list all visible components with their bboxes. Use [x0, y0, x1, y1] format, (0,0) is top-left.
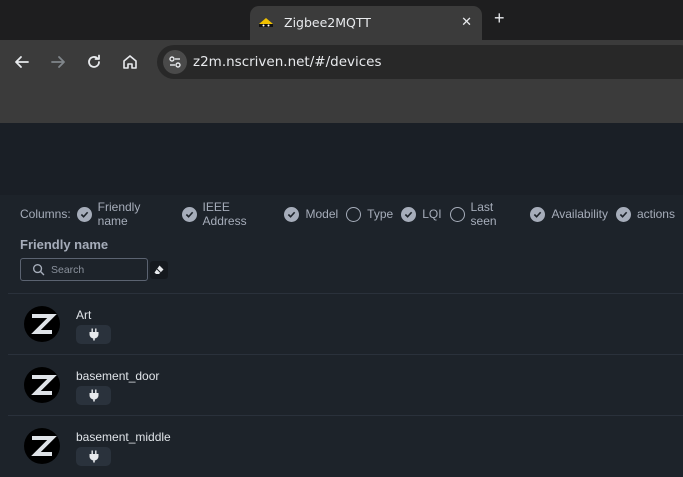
column-toggle-ieee-address[interactable]: IEEE Address: [181, 200, 277, 228]
column-toggle-label: Friendly name: [97, 200, 141, 228]
plug-icon: [89, 328, 98, 341]
plug-icon: [89, 450, 98, 463]
site-info-button[interactable]: [163, 50, 187, 74]
checkbox-checked-icon[interactable]: [615, 206, 631, 222]
eraser-icon: [154, 265, 164, 274]
browser-toolbar: z2m.nscriven.net/#/devices: [0, 40, 683, 85]
column-toggle-model[interactable]: Model: [284, 206, 339, 222]
power-source-badge: [76, 447, 111, 466]
new-tab-button[interactable]: +: [494, 9, 505, 27]
column-toggle-lqi[interactable]: LQI: [401, 206, 442, 222]
column-toggles: Columns: Friendly name IEEE Address Mode…: [20, 200, 683, 228]
address-bar[interactable]: z2m.nscriven.net/#/devices: [157, 45, 683, 79]
device-row[interactable]: Art: [8, 294, 683, 355]
checkbox-checked-icon[interactable]: [401, 206, 417, 222]
checkbox-checked-icon[interactable]: [284, 206, 300, 222]
clear-search-button[interactable]: [150, 261, 168, 279]
column-toggle-label: Last seen: [470, 200, 497, 228]
column-toggle-friendly-name[interactable]: Friendly name: [76, 200, 174, 228]
forward-arrow-icon[interactable]: [48, 52, 68, 72]
power-source-badge: [76, 386, 111, 405]
column-toggle-label: Type: [367, 207, 394, 221]
column-toggle-last-seen[interactable]: Last seen: [449, 200, 523, 228]
zigbee2mqtt-favicon-icon: [259, 18, 273, 27]
zigbee-logo-icon: [24, 428, 60, 464]
url-text[interactable]: z2m.nscriven.net/#/devices: [193, 54, 382, 70]
friendly-name-heading: Friendly name: [20, 237, 109, 252]
column-toggle-label: IEEE Address: [202, 200, 247, 228]
device-friendly-name[interactable]: basement_middle: [76, 430, 171, 444]
column-toggle-type[interactable]: Type: [346, 206, 394, 222]
home-icon[interactable]: [120, 52, 140, 72]
search-field[interactable]: [20, 258, 148, 281]
checkbox-unchecked-icon[interactable]: [449, 206, 465, 222]
reload-icon[interactable]: [84, 52, 104, 72]
browser-tab-strip: Zigbee2MQTT ✕ +: [0, 0, 683, 40]
plug-icon: [89, 389, 98, 402]
device-friendly-name[interactable]: Art: [76, 308, 91, 322]
browser-tab[interactable]: Zigbee2MQTT ✕: [250, 6, 482, 40]
tab-title: Zigbee2MQTT: [284, 15, 371, 30]
column-toggle-label: Model: [305, 207, 339, 221]
checkbox-checked-icon[interactable]: [181, 206, 197, 222]
device-friendly-name[interactable]: basement_door: [76, 369, 159, 383]
search-input[interactable]: [51, 262, 141, 278]
search-icon: [32, 263, 45, 276]
power-source-badge: [76, 325, 111, 344]
column-toggle-label: LQI: [422, 207, 442, 221]
checkbox-checked-icon[interactable]: [530, 206, 546, 222]
column-toggle-actions[interactable]: actions: [615, 206, 675, 222]
columns-label: Columns:: [20, 207, 71, 221]
column-toggle-label: actions: [636, 207, 675, 221]
back-arrow-icon[interactable]: [12, 52, 32, 72]
bookmarks-bar: [0, 85, 683, 123]
close-tab-icon[interactable]: ✕: [461, 14, 472, 30]
devices-page: Columns: Friendly name IEEE Address Mode…: [0, 123, 683, 469]
tune-icon: [169, 56, 181, 68]
zigbee-logo-icon: [24, 367, 60, 403]
checkbox-checked-icon[interactable]: [76, 206, 92, 222]
column-toggle-availability[interactable]: Availability: [530, 206, 608, 222]
device-row[interactable]: basement_door: [8, 355, 683, 416]
zigbee-logo-icon: [24, 306, 60, 342]
column-toggle-label: Availability: [551, 207, 608, 221]
device-row[interactable]: basement_middle: [8, 416, 683, 477]
checkbox-unchecked-icon[interactable]: [346, 206, 362, 222]
page-header-area: [0, 123, 683, 195]
